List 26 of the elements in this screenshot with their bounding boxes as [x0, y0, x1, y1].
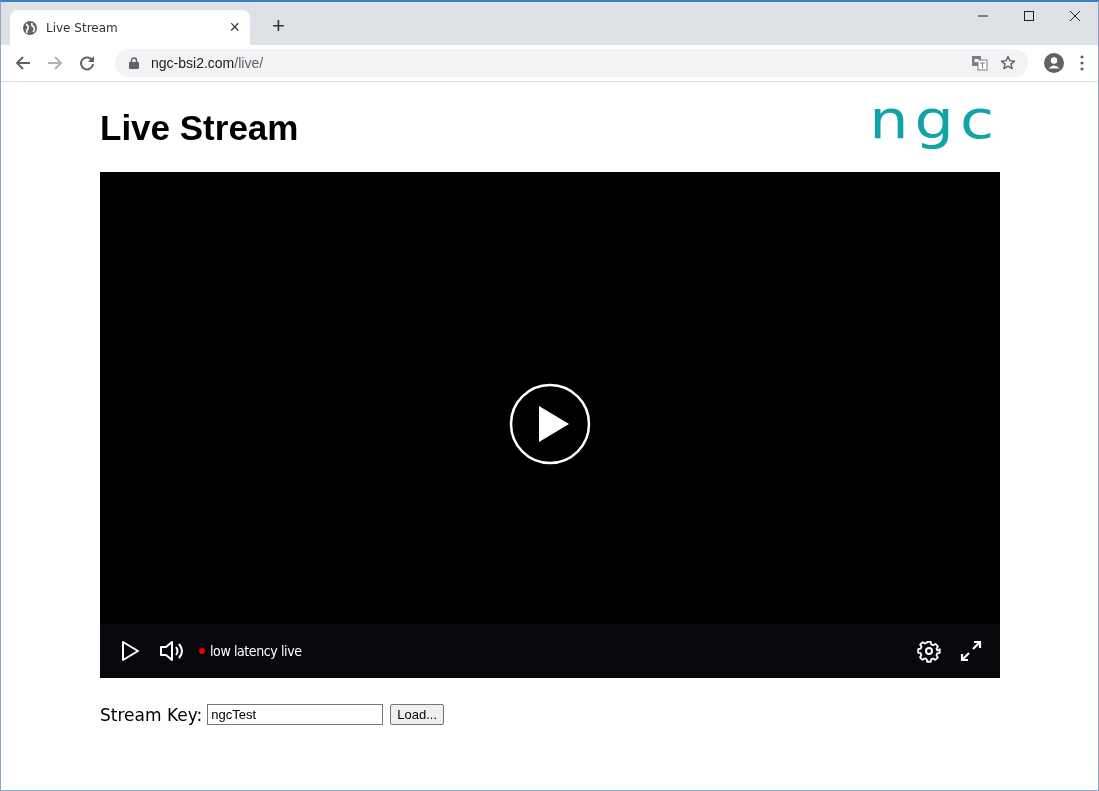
live-label: low latency live: [210, 643, 302, 659]
globe-icon: [22, 19, 38, 36]
star-icon[interactable]: [1000, 55, 1016, 71]
fullscreen-icon[interactable]: [960, 640, 982, 662]
back-icon[interactable]: [15, 55, 31, 71]
volume-icon[interactable]: [159, 640, 185, 662]
profile-icon[interactable]: [1044, 53, 1064, 73]
tab-title: Live Stream: [46, 20, 119, 35]
play-icon[interactable]: [509, 383, 591, 465]
stream-key-label: Stream Key:: [100, 704, 203, 725]
new-tab-button[interactable]: +: [272, 13, 285, 39]
browser-tab[interactable]: Live Stream ×: [10, 10, 250, 45]
close-tab-button[interactable]: ×: [229, 17, 240, 38]
play-icon[interactable]: [120, 640, 140, 662]
close-icon[interactable]: [1069, 10, 1081, 22]
lock-icon: [129, 57, 139, 69]
translate-icon[interactable]: [972, 55, 988, 71]
menu-icon[interactable]: [1080, 55, 1084, 71]
address-bar[interactable]: ngc-bsi2.com/live/: [115, 49, 1028, 77]
load-button[interactable]: Load...: [390, 704, 444, 725]
settings-icon[interactable]: [917, 639, 941, 663]
reload-icon[interactable]: [79, 55, 95, 71]
stream-key-field[interactable]: ngcTest: [207, 704, 384, 725]
maximize-icon[interactable]: [1023, 10, 1035, 22]
page-title: Live Stream: [100, 108, 299, 148]
logo: ngc: [869, 93, 1000, 147]
